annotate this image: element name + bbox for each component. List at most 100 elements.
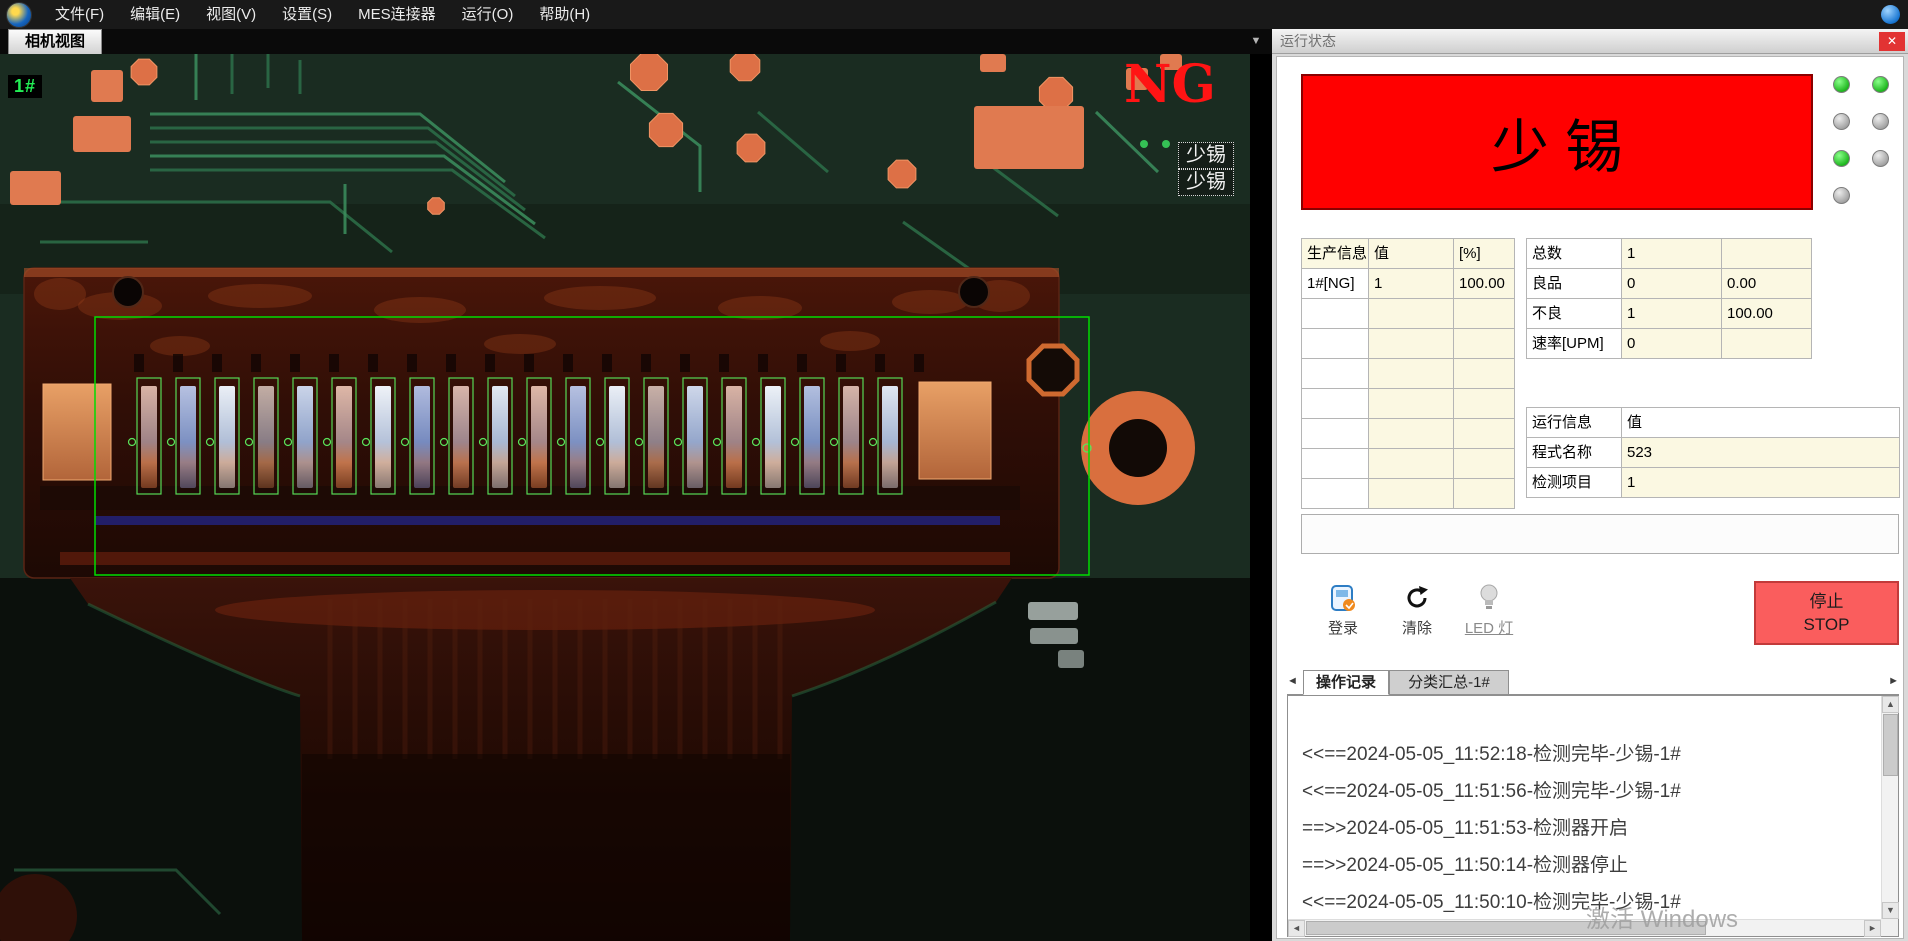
stats-label: 总数 [1527,239,1622,269]
tray-icon[interactable] [1881,5,1900,24]
status-indicator [1872,76,1889,93]
stats-value: 1 [1622,299,1722,329]
log-entry: ==>>2024-05-05_11:51:53-检测器开启 [1302,810,1881,847]
horizontal-scrollbar[interactable]: ◄ ► [1288,919,1881,936]
tab-camera-view[interactable]: 相机视图 [8,29,102,54]
prod-table-empty-cell [1454,389,1515,419]
status-indicator [1872,150,1889,167]
defect-label: 少锡 [1178,169,1234,196]
production-table: 生产信息 值 [%] 1#[NG] 1 100.00 [1301,238,1515,509]
camera-tab-bar: 相机视图 ▼ [0,29,1272,54]
column-header: 生产信息 [1302,239,1369,269]
prod-table-empty-cell [1454,299,1515,329]
status-indicator [1833,113,1850,130]
close-icon[interactable]: ✕ [1879,32,1905,51]
horizontal-scroll-thumb[interactable] [1306,921,1706,935]
stats-table: 总数 1 良品 0 0.00 不良 1 100.00 速率[UPM] 0 [1526,238,1812,359]
station-label: 1# [8,75,42,98]
led-label: LED 灯 [1459,617,1519,638]
scroll-left-icon[interactable]: ◄ [1288,920,1305,937]
log-tab-strip: ◄ 操作记录 分类汇总-1# ► [1287,670,1899,695]
prod-table-empty-cell [1369,359,1454,389]
prod-cell: 1 [1369,269,1454,299]
prod-table-empty-cell [1454,359,1515,389]
prod-table-empty-cell [1369,419,1454,449]
stats-label: 不良 [1527,299,1622,329]
stats-pct [1722,239,1812,269]
stats-pct: 100.00 [1722,299,1812,329]
menu-view[interactable]: 视图(V) [193,0,269,29]
prod-table-empty-cell [1369,479,1454,509]
prod-table-empty-cell [1454,449,1515,479]
prod-cell: 1#[NG] [1302,269,1369,299]
vertical-scroll-thumb[interactable] [1883,714,1898,776]
run-label: 检测项目 [1527,468,1622,498]
run-info-table: 运行信息 值 程式名称 523 检测项目 1 [1526,407,1900,498]
prod-table-empty-cell [1302,329,1369,359]
menu-file[interactable]: 文件(F) [42,0,117,29]
operation-log-panel: <<==2024-05-05_11:52:18-检测完毕-少锡-1# <<==2… [1287,695,1899,937]
stop-button[interactable]: 停止 STOP [1754,581,1899,645]
menu-edit[interactable]: 编辑(E) [117,0,193,29]
column-header: [%] [1454,239,1515,269]
menu-bar: 文件(F) 编辑(E) 视图(V) 设置(S) MES连接器 运行(O) 帮助(… [0,0,1908,29]
stats-pct: 0.00 [1722,269,1812,299]
prod-table-empty-cell [1454,329,1515,359]
stats-label: 良品 [1527,269,1622,299]
prod-table-empty-cell [1302,419,1369,449]
run-value: 1 [1622,468,1900,498]
log-entry: <<==2024-05-05_11:52:18-检测完毕-少锡-1# [1302,736,1881,773]
tab-classification-summary[interactable]: 分类汇总-1# [1389,670,1509,695]
stats-value: 0 [1622,269,1722,299]
inspection-result-label: NG [1124,56,1216,113]
tab-operation-log[interactable]: 操作记录 [1303,670,1389,695]
menu-run[interactable]: 运行(O) [449,0,527,29]
defect-banner: 少锡 [1301,74,1813,210]
prod-table-empty-cell [1302,299,1369,329]
stop-label-cn: 停止 [1756,590,1897,613]
vertical-scrollbar[interactable]: ▲ ▼ [1881,696,1898,919]
run-label: 程式名称 [1527,438,1622,468]
status-indicator [1833,76,1850,93]
prod-table-empty-cell [1369,389,1454,419]
scrollbar-corner [1881,919,1898,936]
clear-icon [1387,581,1447,615]
status-panel-body: 少锡 生产信息 值 [%] 1#[NG] 1 100.00 总数 1 良品 0 … [1276,56,1904,939]
stats-label: 速率[UPM] [1527,329,1622,359]
scroll-right-icon[interactable]: ► [1864,920,1881,937]
status-indicator [1833,187,1850,204]
camera-viewport: 1# NG 少锡 少锡 [0,54,1272,941]
chevron-down-icon[interactable]: ▼ [1246,29,1266,54]
status-indicator [1872,113,1889,130]
menu-settings[interactable]: 设置(S) [269,0,345,29]
prod-table-empty-cell [1302,449,1369,479]
menu-mes-connector[interactable]: MES连接器 [345,0,449,29]
log-entry: <<==2024-05-05_11:50:10-检测完毕-少锡-1# [1302,884,1881,919]
menu-help[interactable]: 帮助(H) [526,0,603,29]
stats-value: 0 [1622,329,1722,359]
prod-cell: 100.00 [1454,269,1515,299]
scroll-up-icon[interactable]: ▲ [1882,696,1899,713]
pcb-inspection-image [0,54,1272,941]
led-light-button[interactable]: LED 灯 [1459,581,1519,645]
login-button[interactable]: 登录 [1313,581,1373,645]
tab-scroll-left-icon[interactable]: ◄ [1287,675,1298,687]
message-box [1301,514,1899,554]
defect-annotations: 少锡 少锡 [1178,142,1234,196]
log-entry: <<==2024-05-05_11:51:56-检测完毕-少锡-1# [1302,773,1881,810]
scroll-down-icon[interactable]: ▼ [1882,902,1899,919]
clear-button[interactable]: 清除 [1387,581,1447,645]
status-panel-title: 运行状态 [1280,29,1336,54]
tab-scroll-right-icon[interactable]: ► [1888,675,1899,687]
login-label: 登录 [1313,617,1373,638]
defect-banner-text: 少锡 [1475,100,1639,184]
stop-label-en: STOP [1756,613,1897,636]
prod-table-empty-cell [1369,449,1454,479]
app-logo-icon [6,2,32,28]
status-indicator [1833,150,1850,167]
status-panel-titlebar: 运行状态 ✕ [1272,29,1908,54]
stats-value: 1 [1622,239,1722,269]
log-list: <<==2024-05-05_11:52:18-检测完毕-少锡-1# <<==2… [1288,696,1881,919]
column-header: 值 [1622,408,1900,438]
led-bulb-icon [1459,581,1519,615]
